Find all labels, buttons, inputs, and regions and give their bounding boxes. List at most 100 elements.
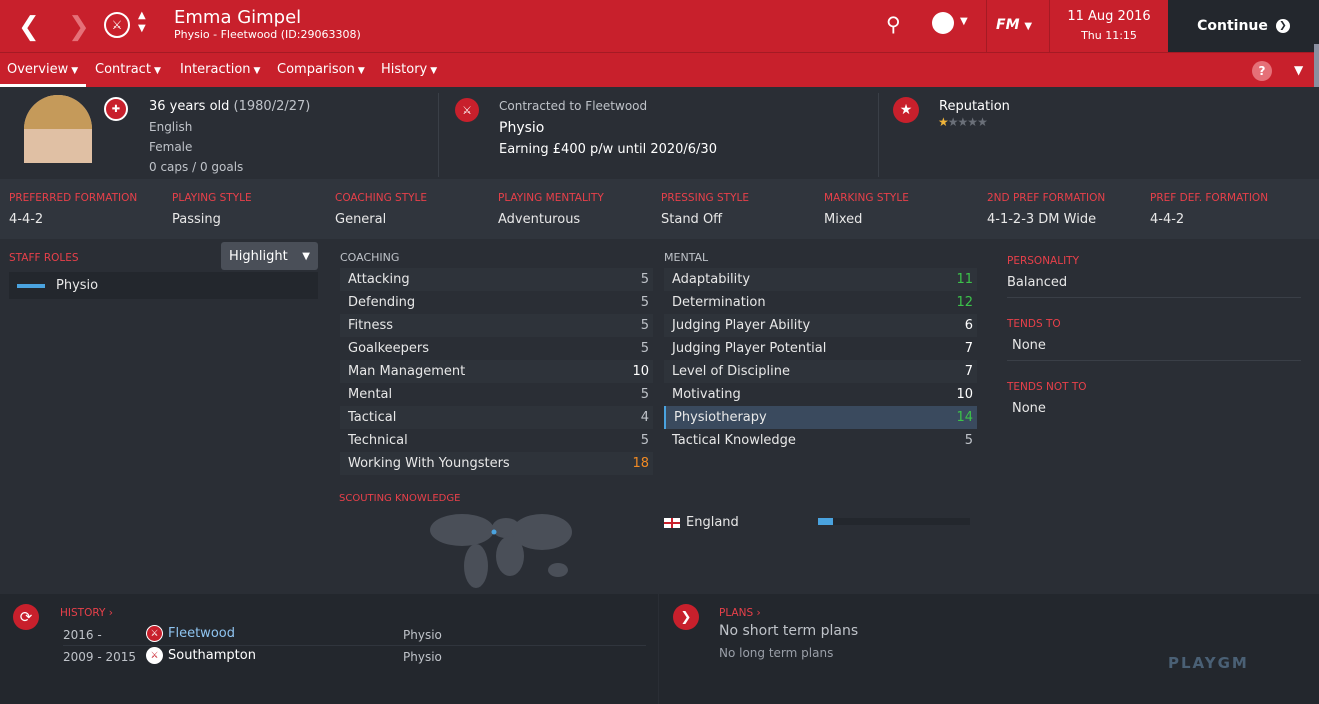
row-text: Motivating: [672, 387, 741, 402]
mental-row: Level of Discipline 7: [664, 360, 977, 383]
coaching-row: Attacking 5: [340, 268, 653, 291]
search-icon[interactable]: ⚲: [886, 12, 901, 36]
row-text: Man Management: [348, 364, 466, 379]
dob: (1980/2/27): [233, 99, 311, 114]
staff-roles-label: STAFF ROLES: [9, 252, 79, 264]
england-flag-icon: [664, 517, 680, 528]
row-text: 5: [964, 433, 973, 448]
history-link[interactable]: HISTORY ›: [60, 607, 113, 619]
separator: [986, 0, 987, 52]
mental-label: MENTAL: [664, 251, 709, 264]
row-text: 18: [632, 456, 649, 471]
row-text: Level of Discipline: [672, 364, 790, 379]
divider: [438, 93, 439, 177]
scouting-country-label: England: [686, 515, 739, 530]
coaching-row: Mental 5: [340, 383, 653, 406]
chevron-down-icon: ▼: [153, 66, 161, 76]
tends-to-value: None: [1012, 338, 1046, 353]
continue-label: Continue: [1197, 18, 1268, 34]
star-empty-icon: ★: [977, 115, 988, 129]
history-role: Physio: [403, 628, 442, 642]
mental-row: Determination 12: [664, 291, 977, 314]
globe-icon[interactable]: [932, 12, 954, 34]
gender: Female: [149, 140, 193, 154]
tab-label: Comparison: [277, 62, 355, 77]
plans-link[interactable]: PLANS ›: [719, 607, 761, 619]
history-club-link[interactable]: Fleetwood: [168, 626, 235, 641]
pref-value: 4-4-2: [1150, 212, 1185, 227]
fm-menu[interactable]: FM ▼: [996, 17, 1032, 33]
highlight-label: Highlight: [229, 248, 288, 264]
row-text: Technical: [348, 433, 408, 448]
history-label: HISTORY: [60, 607, 106, 619]
tab-comparison[interactable]: Comparison ▼: [277, 62, 365, 77]
globe-chevron-icon[interactable]: ▼: [960, 16, 968, 27]
row-text: 5: [640, 295, 649, 310]
scouting-bar-track: [818, 518, 970, 525]
plans-arrow-icon[interactable]: ❯: [673, 604, 699, 630]
row-text: 10: [632, 364, 649, 379]
row-text: Working With Youngsters: [348, 456, 510, 471]
tab-contract[interactable]: Contract ▼: [95, 62, 161, 77]
star-empty-icon: ★: [957, 115, 969, 129]
game-time: Thu 11:15: [1081, 29, 1137, 42]
divider: [1007, 297, 1301, 298]
staff-name: Emma Gimpel: [174, 7, 302, 28]
avatar: [24, 95, 92, 177]
staff-role-label: Physio: [56, 278, 99, 293]
tab-label: Overview: [7, 62, 69, 77]
role-color-bar: [17, 283, 45, 288]
row-text: 5: [640, 433, 649, 448]
row-text: 6: [964, 318, 973, 333]
chevron-down-icon: ▼: [71, 66, 79, 76]
coaching-row: Goalkeepers 5: [340, 337, 653, 360]
row-text: 11: [956, 272, 973, 287]
row-text: 10: [956, 387, 973, 402]
coaching-row: Man Management 10: [340, 360, 653, 383]
staff-role-row[interactable]: Physio: [9, 272, 318, 299]
map-north-america: [430, 514, 494, 546]
club-crest-icon: ⚔: [146, 647, 163, 664]
tab-history[interactable]: History ▼: [381, 62, 437, 77]
row-text: Attacking: [348, 272, 410, 287]
contract-role: Physio: [499, 120, 545, 136]
back-arrow-icon[interactable]: ❮: [18, 12, 40, 42]
tends-not-to-value: None: [1012, 401, 1046, 416]
tends-not-to-label: TENDS NOT TO: [1007, 381, 1087, 393]
up-down-icon[interactable]: ▲ ▼: [138, 9, 146, 35]
nationality: English: [149, 120, 193, 134]
continue-button[interactable]: Continue ❯: [1168, 0, 1319, 52]
coaching-row: Tactical 4: [340, 406, 653, 429]
pref-label: PREF DEF. FORMATION: [1150, 192, 1269, 204]
chevron-down-icon: ▼: [357, 66, 365, 76]
pref-value: 4-1-2-3 DM Wide: [987, 212, 1097, 227]
row-text: 7: [964, 364, 973, 379]
pref-label: 2ND PREF FORMATION: [987, 192, 1106, 204]
expand-chevron-icon[interactable]: ▼: [1294, 63, 1303, 77]
row-text: 14: [956, 410, 973, 425]
history-club-link[interactable]: Southampton: [168, 648, 256, 663]
star-filled-icon: ★: [938, 115, 949, 129]
chevron-right-icon: ›: [108, 607, 113, 619]
pref-label: PRESSING STYLE: [661, 192, 749, 204]
chevron-right-icon: ›: [756, 607, 761, 619]
short-term-plans: No short term plans: [719, 623, 859, 639]
club-crest-icon[interactable]: ⚔: [104, 12, 130, 38]
row-text: Fitness: [348, 318, 394, 333]
row-text: Adaptability: [672, 272, 751, 287]
coaching-row: Working With Youngsters 18: [340, 452, 653, 475]
row-text: Goalkeepers: [348, 341, 430, 356]
tab-overview[interactable]: Overview ▼: [7, 62, 78, 77]
row-text: 5: [640, 341, 649, 356]
tab-label: Contract: [95, 62, 151, 77]
reputation-stars: ★★★★★: [938, 115, 988, 129]
mental-row-highlighted: Physiotherapy 14: [664, 406, 977, 429]
pref-value: General: [335, 212, 387, 227]
game-date[interactable]: 11 Aug 2016: [1050, 9, 1168, 24]
age-value: 36 years old: [149, 99, 230, 114]
forward-arrow-icon[interactable]: ❯: [68, 12, 90, 42]
tab-interaction[interactable]: Interaction ▼: [180, 62, 260, 77]
scouting-bar-fill: [818, 518, 834, 525]
help-icon[interactable]: ?: [1252, 61, 1272, 81]
highlight-dropdown[interactable]: Highlight ▼: [221, 242, 318, 270]
